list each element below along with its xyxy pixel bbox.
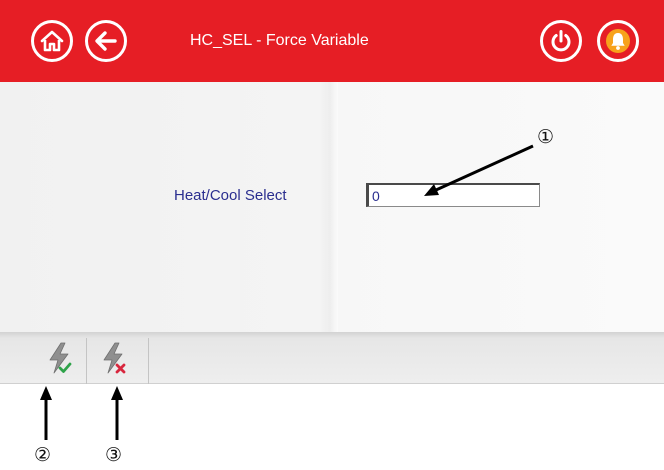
- lightning-check-icon: [49, 342, 72, 374]
- heat-cool-select-label: Heat/Cool Select: [174, 187, 287, 204]
- toolbar-separator: [148, 338, 149, 384]
- bottom-toolbar: [0, 332, 664, 384]
- power-button[interactable]: [540, 20, 582, 62]
- bell-icon: [606, 29, 630, 53]
- home-button[interactable]: [31, 20, 73, 62]
- heat-cool-select-field[interactable]: [366, 183, 540, 207]
- force-apply-button[interactable]: [37, 332, 85, 384]
- lightning-x-icon: [103, 342, 126, 374]
- callout-2: ②: [34, 444, 52, 466]
- form-panel: [0, 82, 664, 332]
- callout-1: ①: [537, 126, 555, 148]
- force-cancel-button[interactable]: [91, 332, 139, 384]
- back-button[interactable]: [85, 20, 127, 62]
- title-bar: HC_SEL - Force Variable: [0, 0, 664, 82]
- back-arrow-icon: [95, 31, 117, 51]
- power-icon: [551, 30, 571, 52]
- window-title: HC_SEL - Force Variable: [190, 32, 369, 49]
- toolbar-separator: [86, 338, 87, 384]
- callout-3: ③: [105, 444, 123, 466]
- home-icon: [40, 30, 64, 52]
- panel-divider: [320, 82, 338, 332]
- alarm-button[interactable]: [597, 20, 639, 62]
